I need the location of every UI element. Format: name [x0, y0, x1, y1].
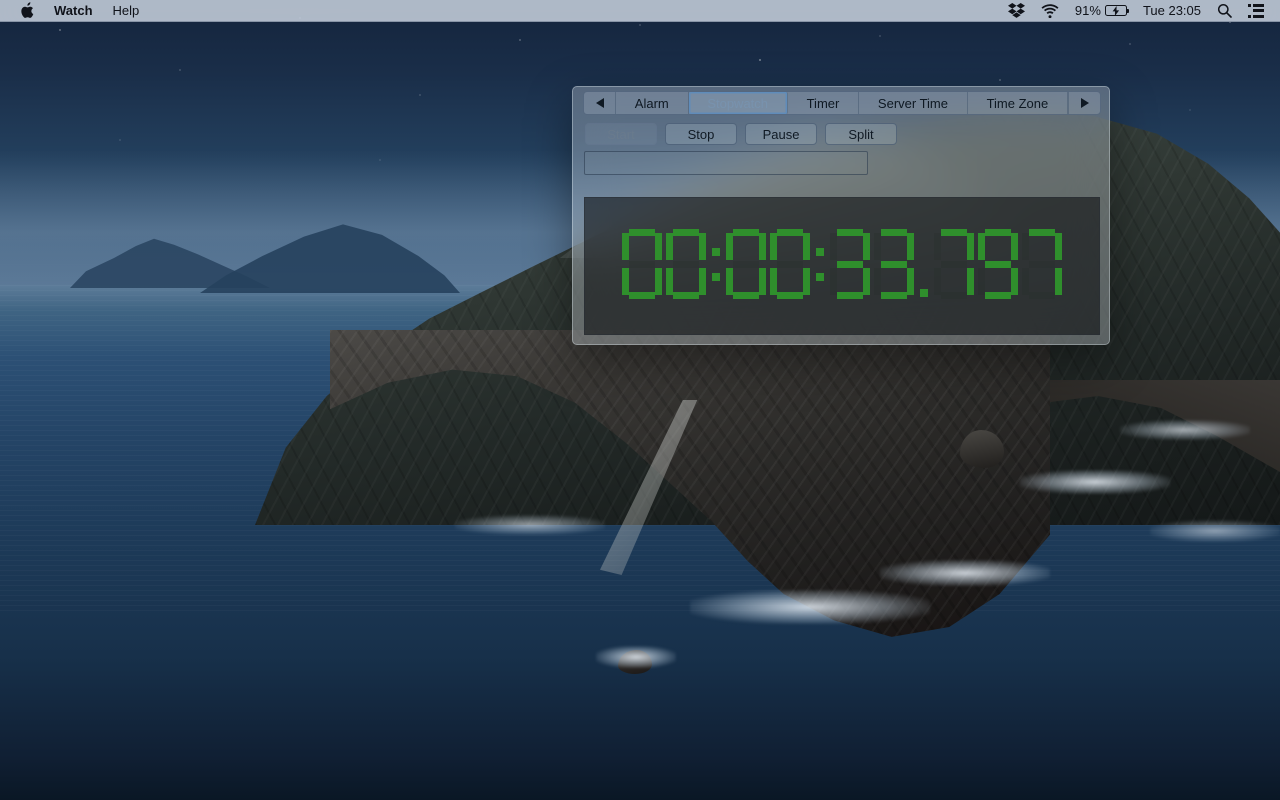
tab-timer[interactable]: Timer — [788, 92, 860, 114]
stopwatch-display-panel — [584, 197, 1100, 335]
left-triangle-icon — [595, 98, 604, 108]
lcd-digit — [770, 229, 810, 299]
lcd-digit — [666, 229, 706, 299]
split-button[interactable]: Split — [825, 123, 897, 145]
wallpaper-surf-5 — [455, 515, 605, 535]
battery-status[interactable]: 91% — [1067, 2, 1135, 20]
tab-stopwatch[interactable]: Stopwatch — [688, 92, 788, 114]
lcd-decimal-point — [917, 229, 931, 299]
start-button[interactable]: Start — [585, 123, 657, 145]
wallpaper-surf-7 — [1150, 520, 1280, 542]
apple-logo-icon[interactable] — [10, 1, 44, 20]
tab-time-zone[interactable]: Time Zone — [968, 92, 1069, 114]
lcd-digit — [934, 229, 974, 299]
wallpaper-surf-3 — [1020, 470, 1170, 494]
wallpaper-surf-2 — [880, 560, 1050, 586]
wifi-icon[interactable] — [1033, 2, 1067, 20]
lcd-digit — [874, 229, 914, 299]
wallpaper-surf-1 — [690, 590, 930, 624]
lcd-colon — [709, 229, 723, 299]
lcd-digit — [830, 229, 870, 299]
battery-charging-icon — [1104, 5, 1130, 16]
battery-percent-label: 91% — [1074, 2, 1101, 18]
wallpaper-surf-4 — [596, 646, 676, 668]
dropbox-icon[interactable] — [1000, 2, 1033, 20]
lcd-digit — [726, 229, 766, 299]
lcd-digit — [622, 229, 662, 299]
control-center-glyph — [1248, 3, 1264, 18]
lcd-colon — [813, 229, 827, 299]
pause-button[interactable]: Pause — [745, 123, 817, 145]
menu-bar: Watch Help 91% Tue 23:05 — [0, 0, 1280, 22]
lcd-digit — [978, 229, 1018, 299]
menu-bar-status-area: 91% Tue 23:05 — [1000, 2, 1280, 20]
menu-item-help[interactable]: Help — [103, 2, 150, 20]
stop-button[interactable]: Stop — [665, 123, 737, 145]
tab-next-arrow-button[interactable] — [1068, 92, 1100, 114]
split-list[interactable] — [584, 151, 868, 175]
wallpaper-surf-6 — [1120, 420, 1250, 440]
search-icon[interactable] — [1209, 2, 1240, 20]
menu-bar-clock[interactable]: Tue 23:05 — [1135, 2, 1209, 20]
stopwatch-digital-readout — [621, 229, 1063, 299]
right-triangle-icon — [1080, 98, 1089, 108]
stopwatch-controls: Start Stop Pause Split — [585, 123, 1085, 145]
tab-server-time[interactable]: Server Time — [859, 92, 968, 114]
lcd-digit — [1022, 229, 1062, 299]
tab-alarm[interactable]: Alarm — [616, 92, 689, 114]
control-center-icon[interactable] — [1240, 2, 1272, 20]
tab-bar: Alarm Stopwatch Timer Server Time Time Z… — [583, 91, 1101, 115]
watch-window[interactable]: Alarm Stopwatch Timer Server Time Time Z… — [572, 86, 1110, 345]
menu-bar-left: Watch Help — [0, 1, 150, 20]
menu-item-watch[interactable]: Watch — [44, 2, 103, 20]
wallpaper-rock-1 — [960, 430, 1004, 468]
tab-prev-arrow-button[interactable] — [584, 92, 616, 114]
